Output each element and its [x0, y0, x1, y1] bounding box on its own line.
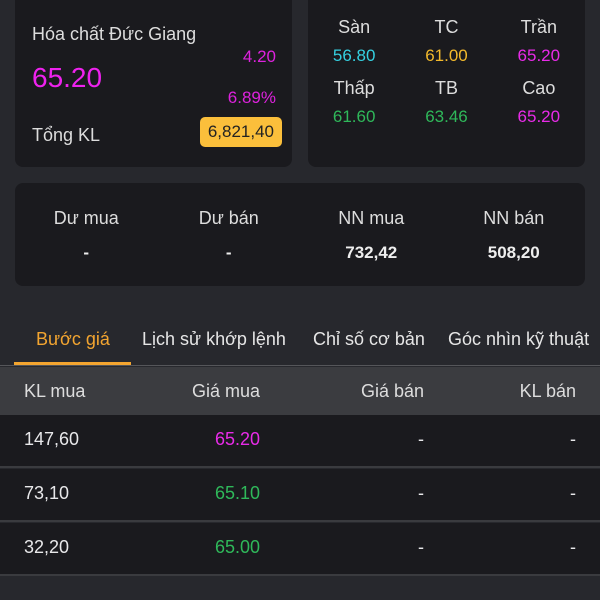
- stat-item: NN bán 508,20: [443, 208, 586, 263]
- kl-mua: 147,60: [24, 429, 80, 449]
- stat-item: Dư bán -: [158, 208, 301, 263]
- stat-value: 508,20: [487, 243, 540, 262]
- stat-label: NN mua: [338, 208, 405, 228]
- ref-value: 65.20: [517, 46, 561, 65]
- ref-label: Sàn: [338, 17, 371, 37]
- tab-goc-nhin-ky-thuat[interactable]: Góc nhìn kỹ thuật: [448, 329, 589, 350]
- stat-label: Dư bán: [198, 208, 259, 228]
- table-row: 32,20 65.00 - -: [0, 523, 600, 576]
- stat-item: Dư mua -: [15, 208, 158, 263]
- ref-label: TB: [434, 78, 458, 98]
- stat-label: Dư mua: [53, 208, 119, 228]
- ref-value: 56.80: [332, 46, 376, 65]
- ref-item: TC 61.00: [400, 17, 492, 66]
- kl-ban: -: [570, 429, 576, 449]
- ref-value: 61.60: [332, 107, 376, 126]
- price-change-pct: 6.89%: [227, 88, 276, 107]
- tab-buoc-gia[interactable]: Bước giá: [36, 329, 110, 350]
- reference-prices-card: Sàn 56.80 TC 61.00 Trần 65.20 Thấp 61.60 TB 6…: [308, 0, 585, 167]
- stat-value: 732,42: [345, 243, 398, 262]
- ref-value: 63.46: [425, 107, 468, 126]
- ref-label: Trần: [520, 17, 557, 37]
- gia-mua: 65.10: [214, 483, 260, 503]
- ref-item: Trần 65.20: [493, 17, 585, 66]
- gia-mua: 65.20: [214, 429, 260, 449]
- kl-mua: 73,10: [24, 483, 70, 503]
- gia-ban: -: [418, 429, 424, 449]
- kl-ban: -: [570, 483, 576, 503]
- stat-value: -: [83, 243, 90, 262]
- gia-ban: -: [418, 483, 424, 503]
- stock-name: Hóa chất Đức Giang: [32, 24, 197, 44]
- price-change: 4.20: [242, 47, 276, 66]
- trading-stats-card: Dư mua - Dư bán - NN mua 732,42 NN bán 508,2…: [15, 183, 585, 286]
- active-tab-underline: [14, 362, 131, 365]
- tab-chi-so-co-ban[interactable]: Chỉ số cơ bản: [313, 329, 425, 350]
- header-kl-mua: KL mua: [24, 381, 86, 401]
- tab-bar: Bước giá Lịch sử khớp lệnh Chỉ số cơ bản…: [0, 320, 600, 366]
- gia-ban: -: [418, 537, 424, 557]
- ref-item: Sàn 56.80: [308, 17, 400, 66]
- tab-lich-su-khop-lenh[interactable]: Lịch sử khớp lệnh: [142, 329, 286, 350]
- ref-value: 65.20: [517, 107, 561, 126]
- total-volume-badge: 6,821,40: [199, 117, 282, 147]
- ref-label: Thấp: [333, 78, 375, 98]
- total-volume-label: Tổng KL: [32, 125, 101, 145]
- table-row: 73,10 65.10 - -: [0, 469, 600, 522]
- summary-card: Hóa chất Đức Giang 65.20 4.20 6.89% Tổng…: [15, 0, 292, 167]
- current-price: 65.20: [32, 62, 103, 93]
- stat-label: NN bán: [483, 208, 545, 228]
- ref-item: Thấp 61.60: [308, 78, 400, 127]
- ref-item: TB 63.46: [400, 78, 492, 127]
- ref-item: Cao 65.20: [493, 78, 585, 127]
- kl-mua: 32,20: [24, 537, 70, 557]
- ref-label: Cao: [522, 78, 556, 98]
- header-gia-mua: Giá mua: [191, 381, 260, 401]
- ref-label: TC: [434, 17, 459, 37]
- header-gia-ban: Giá bán: [360, 381, 424, 401]
- header-kl-ban: KL bán: [519, 381, 576, 401]
- table-header: KL mua Giá mua Giá bán KL bán: [0, 367, 600, 415]
- stat-item: NN mua 732,42: [300, 208, 443, 263]
- ref-value: 61.00: [425, 46, 468, 65]
- gia-mua: 65.00: [214, 537, 260, 557]
- kl-ban: -: [570, 537, 576, 557]
- stat-value: -: [225, 243, 232, 262]
- table-row: 147,60 65.20 - -: [0, 415, 600, 468]
